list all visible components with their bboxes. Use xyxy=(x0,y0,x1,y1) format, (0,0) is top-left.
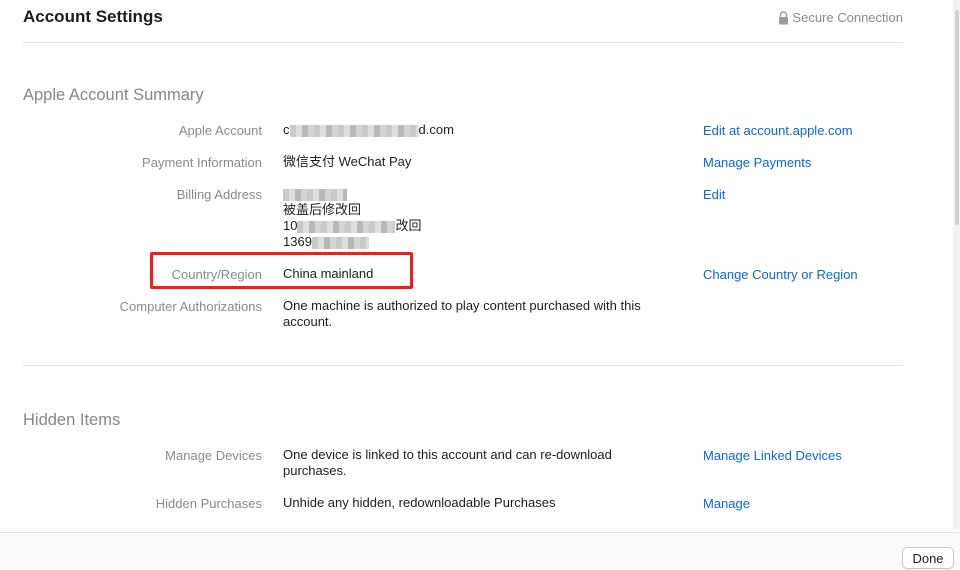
billing-address-line-2: 被盖后修改回 xyxy=(283,202,362,217)
computer-authorizations-label: Computer Authorizations xyxy=(119,299,262,314)
hidden-purchases-label: Hidden Purchases xyxy=(155,496,262,511)
redacted-address-blur xyxy=(297,220,396,233)
page-title: Account Settings xyxy=(23,7,163,26)
redacted-email-blur xyxy=(289,124,419,137)
payment-information-value: 微信支付 WeChat Pay xyxy=(283,154,412,169)
change-country-region-link[interactable]: Change Country or Region xyxy=(703,267,858,282)
section-divider xyxy=(23,365,903,366)
computer-authorizations-value: One machine is authorized to play conten… xyxy=(283,298,641,329)
section-title-account-summary: Apple Account Summary xyxy=(23,86,204,104)
redacted-name-blur xyxy=(283,188,347,201)
billing-address-line-3: 10 改回 xyxy=(283,218,422,233)
country-region-value: China mainland xyxy=(283,266,374,281)
secure-connection-indicator: Secure Connection xyxy=(778,10,903,25)
manage-hidden-purchases-link[interactable]: Manage xyxy=(703,496,750,511)
manage-devices-value: One device is linked to this account and… xyxy=(283,447,612,478)
billing-address-label: Billing Address xyxy=(176,187,262,202)
country-region-label: Country/Region xyxy=(171,267,262,282)
account-settings-page: Account Settings Secure Connection Apple… xyxy=(0,0,960,570)
manage-payments-link[interactable]: Manage Payments xyxy=(703,155,811,170)
edit-apple-account-link[interactable]: Edit at account.apple.com xyxy=(703,123,853,138)
lock-icon xyxy=(779,10,789,24)
edit-billing-address-link[interactable]: Edit xyxy=(703,187,725,202)
manage-devices-label: Manage Devices xyxy=(165,448,262,463)
apple-account-value-end: d.com xyxy=(418,122,454,137)
scrollbar-thumb[interactable] xyxy=(955,10,959,225)
footer-bar xyxy=(0,532,960,570)
secure-connection-label: Secure Connection xyxy=(792,10,903,25)
billing-address-line-1 xyxy=(283,186,683,202)
hidden-purchases-value: Unhide any hidden, redownloadable Purcha… xyxy=(283,495,556,510)
apple-account-label: Apple Account xyxy=(178,123,262,138)
billing-address-value: 被盖后修改回 10 改回 1369 xyxy=(283,186,683,250)
billing-address-line-4: 1369 xyxy=(283,234,683,250)
payment-information-label: Payment Information xyxy=(142,155,262,170)
done-button[interactable]: Done xyxy=(902,547,954,569)
section-title-hidden-items: Hidden Items xyxy=(23,411,121,429)
header: Account Settings Secure Connection xyxy=(23,6,903,43)
manage-linked-devices-link[interactable]: Manage Linked Devices xyxy=(703,448,842,463)
redacted-phone-blur xyxy=(311,236,369,249)
apple-account-value: c d.com xyxy=(283,122,683,138)
